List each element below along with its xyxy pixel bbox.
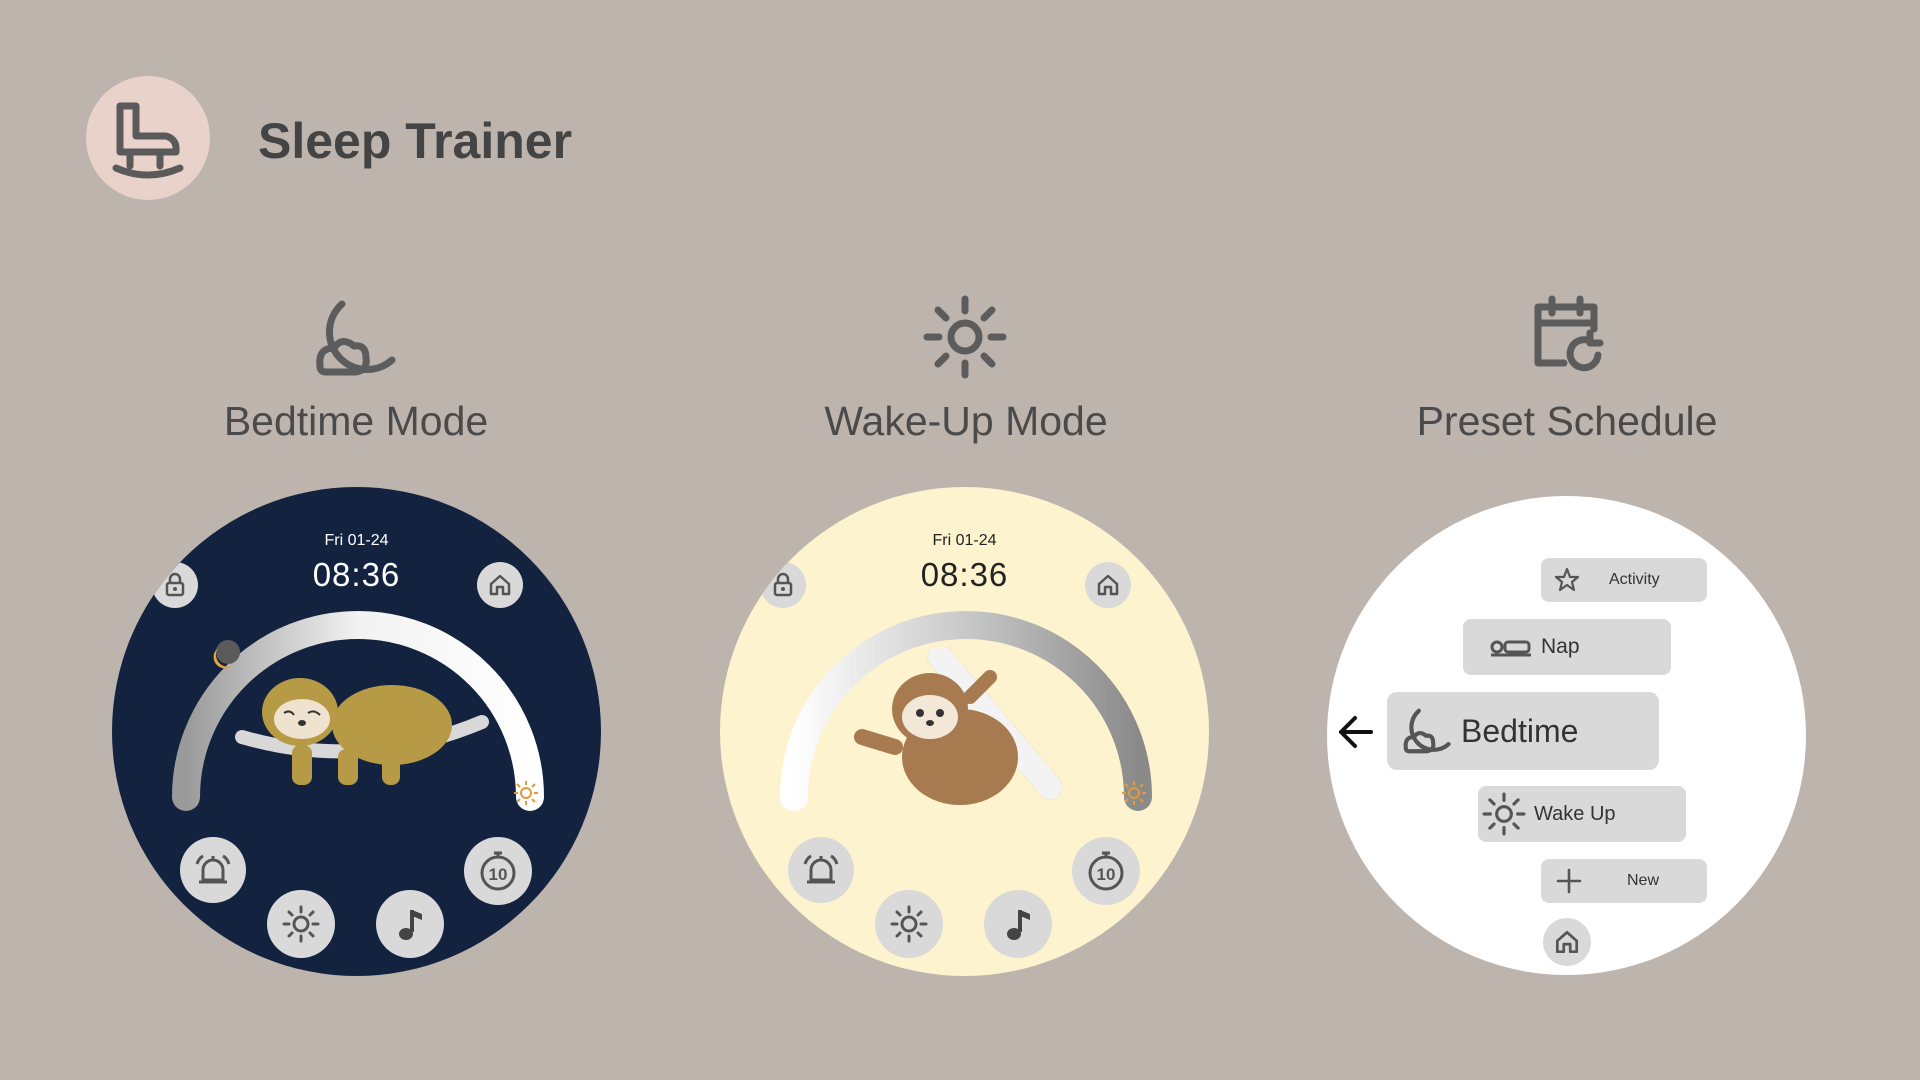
- light-icon: [890, 905, 928, 943]
- moon-icon: [316, 300, 396, 376]
- preset-watch: Activity Nap Bedtime Wake Up New: [1327, 496, 1806, 975]
- sleeping-sloth-illustration: [235, 678, 489, 785]
- app-title: Sleep Trainer: [258, 113, 573, 169]
- bed-icon: [1490, 640, 1531, 657]
- lock-icon: [165, 572, 185, 597]
- lock-button[interactable]: [152, 562, 198, 608]
- lock-button[interactable]: [760, 562, 806, 608]
- svg-text:10: 10: [489, 865, 508, 884]
- sun-icon: [1482, 792, 1526, 836]
- moon-icon: [1403, 708, 1451, 754]
- alarm-button[interactable]: [788, 837, 854, 903]
- light-button[interactable]: [875, 890, 943, 958]
- rocking-chair-icon: [112, 102, 184, 179]
- alarm-icon: [195, 854, 231, 884]
- bedtime-watch: Fri 01-24 08:36 10: [112, 487, 601, 976]
- light-button[interactable]: [267, 890, 335, 958]
- wakeup-mode-label: Wake-Up Mode: [824, 398, 1108, 444]
- lock-icon: [773, 572, 793, 597]
- timer-10-icon: 10: [1088, 851, 1124, 891]
- music-icon: [399, 910, 422, 940]
- home-button[interactable]: [477, 562, 523, 608]
- music-button[interactable]: [984, 890, 1052, 958]
- music-button[interactable]: [376, 890, 444, 958]
- timer-10-icon: 10: [480, 851, 516, 891]
- preset-item-label: Activity: [1609, 571, 1660, 588]
- home-icon: [489, 574, 511, 596]
- calendar-refresh-icon: [1534, 295, 1604, 372]
- home-icon: [1555, 930, 1579, 954]
- preset-item-bedtime[interactable]: Bedtime: [1387, 692, 1659, 770]
- home-button[interactable]: [1543, 918, 1591, 966]
- wakeup-watch: Fri 01-24 08:36 10: [720, 487, 1209, 976]
- preset-item-label: Wake Up: [1534, 802, 1616, 825]
- light-icon: [282, 905, 320, 943]
- alarm-icon: [803, 854, 839, 884]
- preset-item-wakeup[interactable]: Wake Up: [1478, 786, 1686, 842]
- preset-item-new[interactable]: New: [1541, 859, 1707, 903]
- preset-item-label: New: [1627, 872, 1660, 889]
- home-button[interactable]: [1085, 562, 1131, 608]
- sun-icon: [514, 781, 538, 805]
- svg-text:10: 10: [1097, 865, 1116, 884]
- music-icon: [1007, 910, 1030, 940]
- back-button[interactable]: [1335, 712, 1375, 752]
- arrow-left-icon: [1339, 716, 1373, 748]
- preset-item-activity[interactable]: Activity: [1541, 558, 1707, 602]
- plus-icon: [1556, 868, 1582, 894]
- preset-item-label: Nap: [1541, 635, 1580, 658]
- timer-button[interactable]: 10: [464, 837, 532, 905]
- app-logo: [86, 76, 210, 200]
- alarm-button[interactable]: [180, 837, 246, 903]
- sun-icon: [1122, 781, 1146, 805]
- waving-sloth-illustration: [854, 647, 1063, 805]
- bedtime-mode-label: Bedtime Mode: [223, 398, 489, 444]
- preset-item-nap[interactable]: Nap: [1463, 619, 1671, 675]
- timer-button[interactable]: 10: [1072, 837, 1140, 905]
- preset-schedule-label: Preset Schedule: [1416, 398, 1718, 444]
- preset-item-label: Bedtime: [1461, 712, 1579, 749]
- star-icon: [1554, 567, 1580, 592]
- sun-icon: [923, 295, 1007, 379]
- home-icon: [1097, 574, 1119, 596]
